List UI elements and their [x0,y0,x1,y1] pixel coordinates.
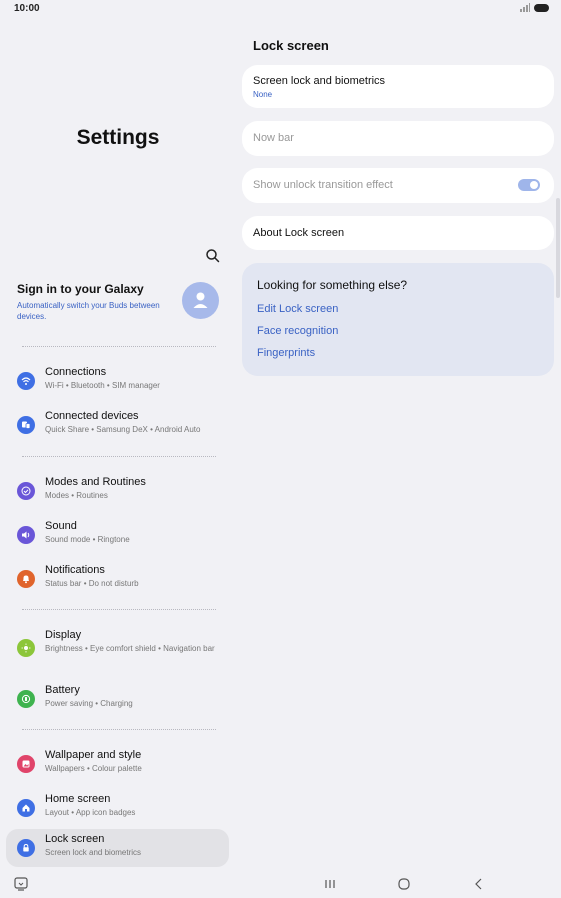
status-time: 10:00 [14,3,40,14]
screen-lock-value: None [253,90,273,99]
account-subtitle: Automatically switch your Buds between d… [17,301,160,321]
status-bar: 10:00 [0,0,561,18]
divider [22,346,216,347]
divider [22,609,216,610]
image-icon [17,755,35,773]
search-button[interactable] [203,246,223,266]
menu-label: Home screen [45,793,111,805]
menu-item-battery[interactable]: Battery Power saving • Charging [6,680,229,718]
now-bar-label: Now bar [253,132,294,144]
menu-item-sound[interactable]: Sound Sound mode • Ringtone [6,516,229,554]
wifi-icon [17,372,35,390]
speaker-icon [17,526,35,544]
avatar [182,282,219,319]
person-icon [193,292,208,308]
settings-title: Settings [76,126,160,149]
page-title: Lock screen [253,38,329,53]
unlock-transition-item[interactable]: Show unlock transition effect [242,168,554,203]
signal-icon [520,3,530,12]
menu-item-display[interactable]: Display Brightness • Eye comfort shield … [6,625,229,675]
menu-sub: Layout • App icon badges [45,808,136,817]
menu-sub: Sound mode • Ringtone [45,535,130,544]
unlock-transition-toggle[interactable] [518,179,540,191]
about-lock-screen-item[interactable]: About Lock screen [242,216,554,250]
menu-sub: Brightness • Eye comfort shield • Naviga… [45,644,215,653]
divider [22,456,216,457]
about-lock-screen-label: About Lock screen [253,227,345,239]
menu-sub: Status bar • Do not disturb [45,579,139,588]
screen-lock-biometrics-item[interactable]: Screen lock and biometrics None [242,65,554,108]
search-icon [206,249,220,263]
menu-sub: Screen lock and biometrics [45,848,142,857]
check-circle-icon [17,482,35,500]
navigation-bar [0,870,561,898]
menu-sub: Wi-Fi • Bluetooth • SIM manager [45,381,160,390]
back-button[interactable] [471,876,487,892]
menu-item-connections[interactable]: Connections Wi-Fi • Bluetooth • SIM mana… [6,362,229,400]
screen-lock-label: Screen lock and biometrics [253,75,386,87]
menu-sub: Quick Share • Samsung DeX • Android Auto [45,425,201,434]
suggestions-title: Looking for something else? [257,278,408,292]
menu-label: Wallpaper and style [45,749,142,761]
menu-label: Connections [45,366,107,378]
home-circle-icon [398,878,410,890]
menu-item-notifications[interactable]: Notifications Status bar • Do not distur… [6,560,229,598]
settings-pane: Settings Sign in to your Galaxy Automati… [0,18,236,870]
taskbar-icon [14,877,28,891]
menu-label: Modes and Routines [45,476,146,488]
sun-icon [17,639,35,657]
battery-icon [17,690,35,708]
menu-item-connected-devices[interactable]: Connected devices Quick Share • Samsung … [6,406,229,444]
link-edit-lock-screen[interactable]: Edit Lock screen [257,303,338,315]
account-sign-in[interactable]: Sign in to your Galaxy Automatically swi… [17,282,227,330]
taskbar-toggle-button[interactable] [13,876,29,892]
lock-icon [17,839,35,857]
back-icon [475,878,482,890]
menu-label: Battery [45,684,80,696]
menu-label: Sound [45,520,77,532]
bell-icon [17,570,35,588]
status-icons [520,3,549,12]
menu-item-wallpaper[interactable]: Wallpaper and style Wallpapers • Colour … [6,745,229,783]
menu-label: Display [45,629,82,641]
link-face-recognition[interactable]: Face recognition [257,325,338,337]
now-bar-item[interactable]: Now bar [242,121,554,156]
divider [22,729,216,730]
recents-icon [325,880,335,888]
home-icon [17,799,35,817]
menu-item-modes-routines[interactable]: Modes and Routines Modes • Routines [6,472,229,510]
menu-sub: Power saving • Charging [45,699,133,708]
menu-sub: Wallpapers • Colour palette [45,764,142,773]
recents-button[interactable] [322,876,338,892]
menu-label: Connected devices [45,410,139,422]
menu-label: Notifications [45,564,105,576]
menu-label: Lock screen [45,833,105,845]
menu-sub: Modes • Routines [45,491,108,500]
unlock-transition-label: Show unlock transition effect [253,179,393,191]
battery-status-icon [534,3,549,12]
home-button[interactable] [396,876,412,892]
menu-item-home-screen[interactable]: Home screen Layout • App icon badges [6,789,229,827]
scrollbar[interactable] [556,198,560,298]
link-fingerprints[interactable]: Fingerprints [257,347,315,359]
menu-item-lock-screen[interactable]: Lock screen Screen lock and biometrics [6,829,229,867]
devices-icon [17,416,35,434]
suggestions-card: Looking for something else? Edit Lock sc… [242,263,554,376]
